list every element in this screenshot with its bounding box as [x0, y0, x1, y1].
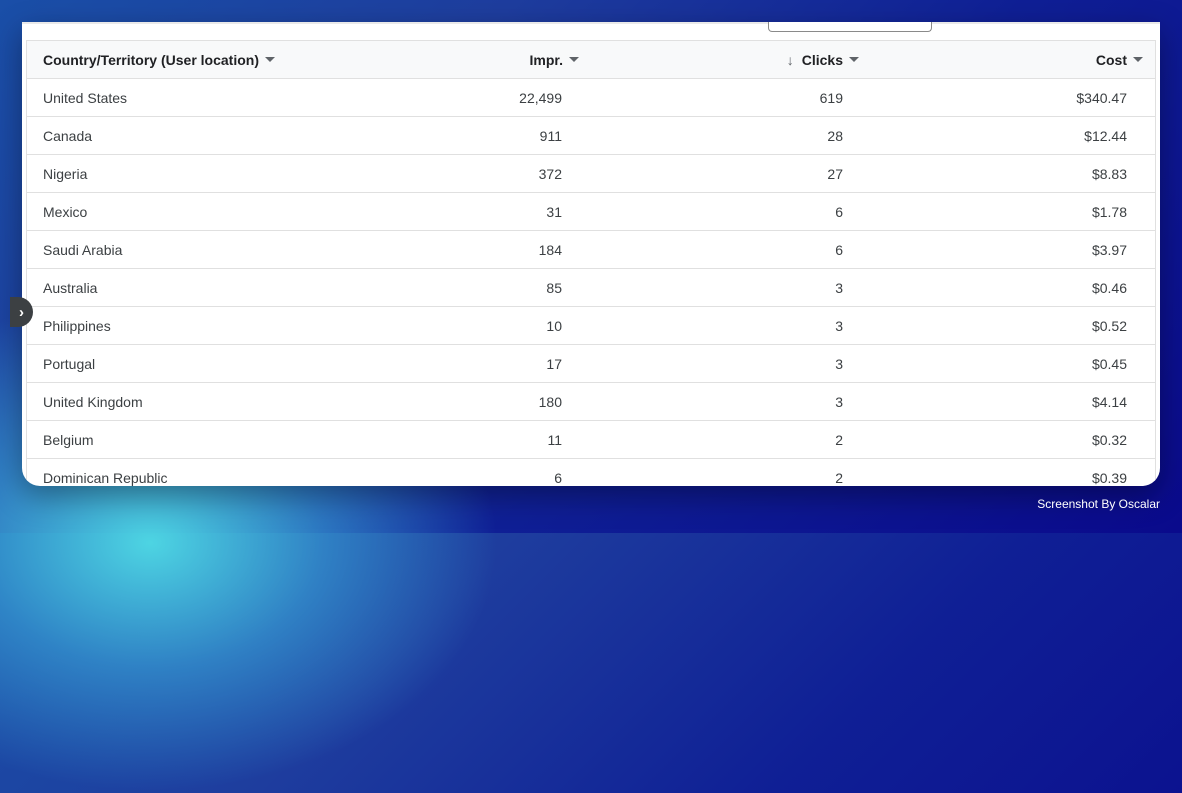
- arrow-down-icon: ↓: [786, 51, 794, 68]
- country-cell: Belgium: [43, 431, 94, 448]
- clicks-cell: 2: [835, 469, 843, 486]
- country-cell: Australia: [43, 279, 98, 296]
- country-cell: Canada: [43, 127, 93, 144]
- clicks-cell: 3: [835, 317, 843, 334]
- clicks-cell: 619: [819, 89, 843, 106]
- cost-cell: $1.78: [1091, 203, 1127, 220]
- column-header-country[interactable]: Country/Territory (User location): [43, 52, 275, 68]
- country-cell: Philippines: [43, 317, 111, 334]
- table-row[interactable]: Australia 85 3 $0.46: [27, 269, 1155, 307]
- country-cell: Nigeria: [43, 165, 88, 182]
- clicks-cell: 3: [835, 393, 843, 410]
- country-cell: Saudi Arabia: [43, 241, 123, 258]
- table-row[interactable]: Mexico 31 6 $1.78: [27, 193, 1155, 231]
- clicks-cell: 6: [835, 241, 843, 258]
- clicks-cell: 6: [835, 203, 843, 220]
- cost-cell: $4.14: [1091, 393, 1127, 410]
- clicks-cell: 28: [827, 127, 843, 144]
- watermark-text: Screenshot By Oscalar: [1037, 497, 1160, 511]
- country-cell: Mexico: [43, 203, 88, 220]
- country-cell: Dominican Republic: [43, 469, 168, 486]
- impr-cell: 10: [546, 317, 562, 334]
- impr-cell: 17: [546, 355, 562, 372]
- table-row[interactable]: Dominican Republic 6 2 $0.39: [27, 459, 1155, 486]
- cost-cell: $0.45: [1091, 355, 1127, 372]
- table-row[interactable]: Nigeria 372 27 $8.83: [27, 155, 1155, 193]
- impr-cell: 180: [538, 393, 562, 410]
- impr-cell: 372: [538, 165, 562, 182]
- clicks-cell: 2: [835, 431, 843, 448]
- column-header-label: Clicks: [801, 51, 843, 68]
- column-header-impr[interactable]: Impr.: [530, 52, 579, 68]
- cost-cell: $12.44: [1084, 127, 1127, 144]
- cost-cell: $0.52: [1091, 317, 1127, 334]
- cost-cell: $0.46: [1091, 279, 1127, 296]
- clicks-cell: 3: [835, 279, 843, 296]
- impr-cell: 6: [554, 469, 562, 486]
- impr-cell: 911: [539, 127, 562, 144]
- table-header: Country/Territory (User location) Impr. …: [27, 40, 1155, 79]
- table-row[interactable]: Belgium 11 2 $0.32: [27, 421, 1155, 459]
- impr-cell: 85: [546, 279, 562, 296]
- table-row[interactable]: Philippines 10 3 $0.52: [27, 307, 1155, 345]
- impr-cell: 184: [538, 241, 562, 258]
- impr-cell: 11: [547, 431, 562, 448]
- column-header-clicks[interactable]: ↓ Clicks: [787, 52, 859, 68]
- table-row[interactable]: United Kingdom 180 3 $4.14: [27, 383, 1155, 421]
- caret-down-icon[interactable]: [1133, 57, 1143, 62]
- app-window: Country/Territory (User location) Impr. …: [22, 22, 1160, 486]
- cost-cell: $340.47: [1076, 89, 1127, 106]
- clicks-cell: 27: [827, 165, 843, 182]
- top-input-field[interactable]: [768, 22, 932, 32]
- table-row[interactable]: Saudi Arabia 184 6 $3.97: [27, 231, 1155, 269]
- report-table: Country/Territory (User location) Impr. …: [26, 40, 1156, 486]
- cost-cell: $3.97: [1091, 241, 1127, 258]
- column-header-cost[interactable]: Cost: [1096, 52, 1143, 68]
- table-row[interactable]: Portugal 17 3 $0.45: [27, 345, 1155, 383]
- impr-cell: 22,499: [519, 89, 562, 106]
- impr-cell: 31: [546, 203, 562, 220]
- caret-down-icon[interactable]: [849, 57, 859, 62]
- caret-down-icon[interactable]: [569, 57, 579, 62]
- cost-cell: $0.39: [1091, 469, 1127, 486]
- country-cell: Portugal: [43, 355, 96, 372]
- column-header-label: Impr.: [529, 51, 563, 68]
- country-cell: United States: [43, 89, 128, 106]
- column-header-label: Country/Territory (User location): [43, 51, 259, 68]
- country-cell: United Kingdom: [43, 393, 143, 410]
- table-row[interactable]: Canada 911 28 $12.44: [27, 117, 1155, 155]
- caret-down-icon[interactable]: [265, 57, 275, 62]
- clicks-cell: 3: [835, 355, 843, 372]
- column-header-label: Cost: [1095, 51, 1127, 68]
- cost-cell: $0.32: [1091, 431, 1127, 448]
- cost-cell: $8.83: [1091, 165, 1127, 182]
- table-row[interactable]: United States 22,499 619 $340.47: [27, 79, 1155, 117]
